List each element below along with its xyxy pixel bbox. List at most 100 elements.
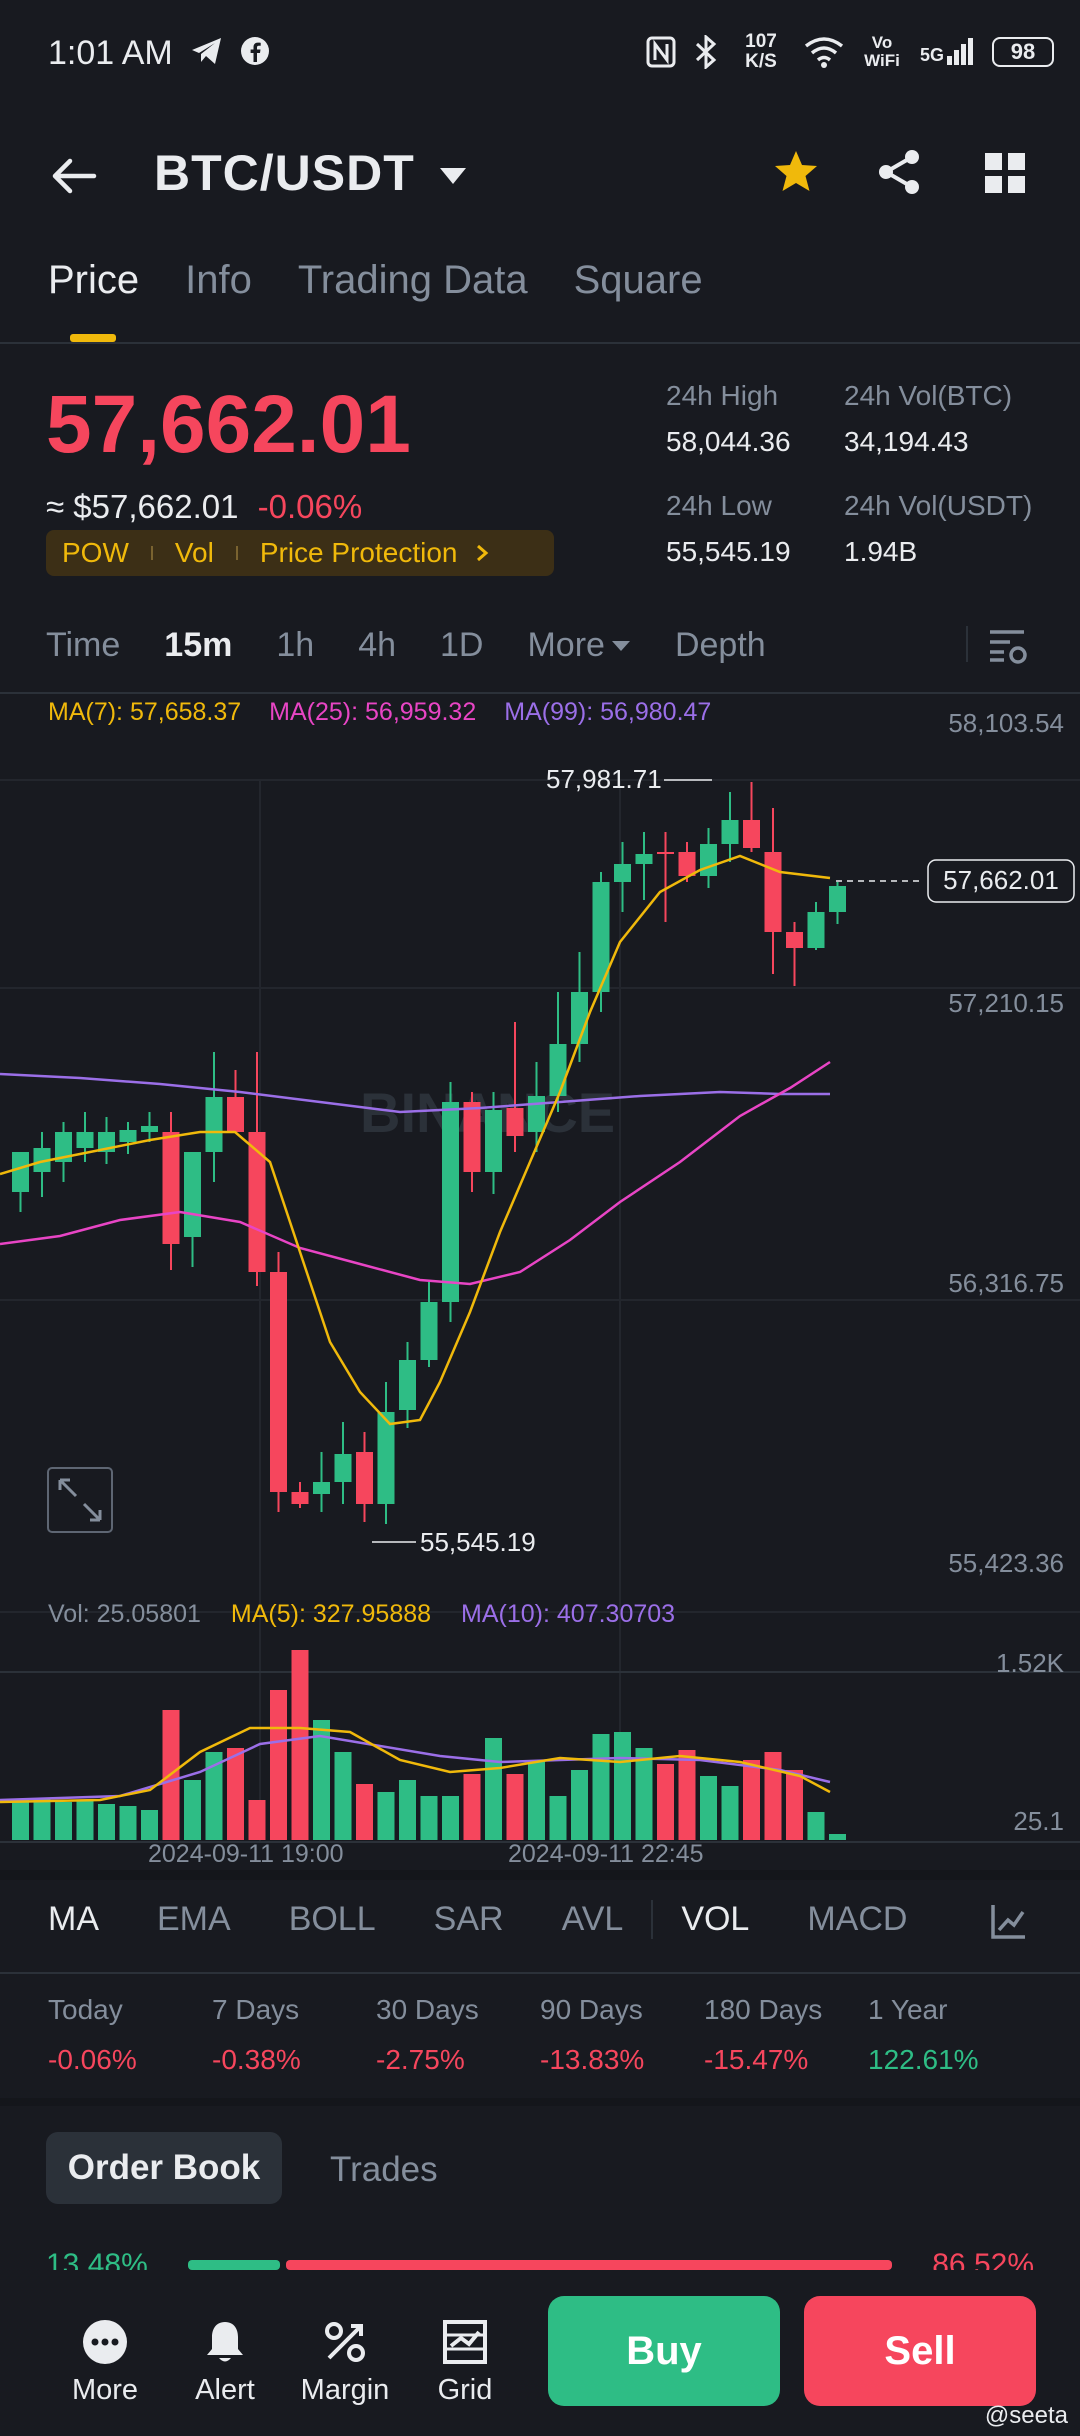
indicator-vol[interactable]: VOL [651,1900,749,1939]
price-change: -0.06% [257,488,363,525]
bid-ratio-bar [188,2260,280,2270]
candle-body [399,1360,416,1410]
volume-bar [33,1798,51,1840]
fullscreen-expand-icon[interactable] [47,1467,113,1533]
x-label-1: 2024-09-11 19:00 [148,1840,344,1868]
chart-settings-icon[interactable] [986,626,1028,666]
candle-body [528,1096,545,1132]
usd-equivalent: ≈ $57,662.01 -0.06% [46,488,362,526]
sell-button[interactable]: Sell [804,2296,1036,2406]
tab-info[interactable]: Info [185,258,252,303]
divider [0,1972,1080,1974]
interval-1h[interactable]: 1h [276,626,314,665]
app-header: BTC/USDT [0,130,1080,230]
volume-bar [700,1776,717,1840]
nav-grid[interactable]: Grid [410,2318,520,2407]
tab-trading-data[interactable]: Trading Data [298,258,528,303]
interval-depth[interactable]: Depth [675,626,766,665]
x-label-2: 2024-09-11 22:45 [508,1840,704,1868]
favorite-star-icon[interactable] [772,148,820,196]
cell-signal: 5G [920,38,974,66]
candle-body [657,852,674,854]
candle-body [227,1097,244,1132]
volume-bar [184,1780,201,1840]
indicator-boll[interactable]: BOLL [289,1900,376,1939]
tag-separator [235,546,238,560]
candle-body [635,854,653,864]
tab-trades[interactable]: Trades [330,2150,438,2190]
interval-1d[interactable]: 1D [440,626,483,665]
divider [0,2098,1080,2106]
perf-1y: 1 Year 122.61% [868,1994,979,2075]
tab-square[interactable]: Square [574,258,703,303]
candle-body [162,1132,180,1244]
candle-body [614,864,631,882]
nav-alert[interactable]: Alert [170,2318,280,2407]
candle-body [700,844,717,876]
volume-bar [571,1770,588,1840]
back-arrow-icon[interactable] [50,156,98,196]
indicator-macd[interactable]: MACD [807,1900,907,1939]
candle-body [485,1110,502,1172]
candle-body [463,1102,481,1172]
facebook-icon [241,37,269,65]
indicator-settings-icon[interactable] [990,1902,1028,1940]
interval-4h[interactable]: 4h [358,626,396,665]
indicator-sar[interactable]: SAR [434,1900,504,1939]
interval-time[interactable]: Time [46,626,120,665]
volume-bar [657,1764,674,1840]
nav-more[interactable]: More [50,2318,160,2407]
y-tick-bottom: 55,423.36 [948,1548,1064,1578]
interval-more[interactable]: More [527,626,630,665]
buy-button[interactable]: Buy [548,2296,780,2406]
pair-title[interactable]: BTC/USDT [154,144,415,202]
candle-body [377,1412,395,1504]
candle-body [807,912,825,948]
volume-bar [377,1792,395,1840]
wifi-icon [804,37,844,68]
usd-price: ≈ $57,662.01 [46,488,239,525]
candle-body [549,1044,567,1096]
interval-15m[interactable]: 15m [164,626,232,665]
tag-separator [150,546,153,560]
indicator-ema[interactable]: EMA [157,1900,231,1939]
grid-menu-icon[interactable] [984,152,1026,194]
candle-body [334,1454,352,1482]
volume-bar [786,1770,803,1840]
network-speed: 107 K/S [745,31,777,72]
telegram-icon [192,38,221,64]
tab-order-book[interactable]: Order Book [46,2132,282,2204]
tag-pow: POW [62,537,129,568]
status-icons: 107 K/S Vo WiFi 5G 98 [646,30,1054,74]
perf-7d: 7 Days -0.38% [212,1994,301,2075]
candle-body [571,992,588,1044]
tag-bar[interactable]: POW Vol Price Protection [46,530,554,576]
volume-bar [248,1800,266,1840]
candlestick-chart[interactable]: BINANCE 57,662.01 57,981.71 55,545.19 [0,692,1080,1872]
candle-body [506,1108,524,1136]
divider [966,626,968,662]
indicator-ma[interactable]: MA [48,1900,99,1939]
more-dots-icon [83,2320,127,2364]
tab-price[interactable]: Price [48,258,139,303]
perf-180d: 180 Days -15.47% [704,1994,823,2075]
volume-bar [549,1796,567,1840]
signal-icon [947,38,973,65]
share-icon[interactable] [876,148,922,196]
volume-bar [442,1796,459,1840]
volume-bar [764,1752,782,1840]
perf-today: Today -0.06% [48,1994,137,2075]
nav-margin[interactable]: Margin [290,2318,400,2407]
status-time: 1:01 AM [48,34,173,72]
bell-icon [207,2322,243,2362]
chevron-down-icon[interactable] [438,166,468,186]
stat-24h-vol-usdt: 24h Vol(USDT) 1.94B [844,490,1033,567]
percent-icon [325,2322,365,2362]
volume-bar [291,1650,309,1840]
candle-body [442,1102,459,1302]
main-tabs: Price Info Trading Data Square [48,258,703,303]
indicator-avl[interactable]: AVL [562,1900,624,1939]
candle-body [764,852,782,932]
volume-bar [76,1800,94,1840]
candle-body [829,886,846,912]
